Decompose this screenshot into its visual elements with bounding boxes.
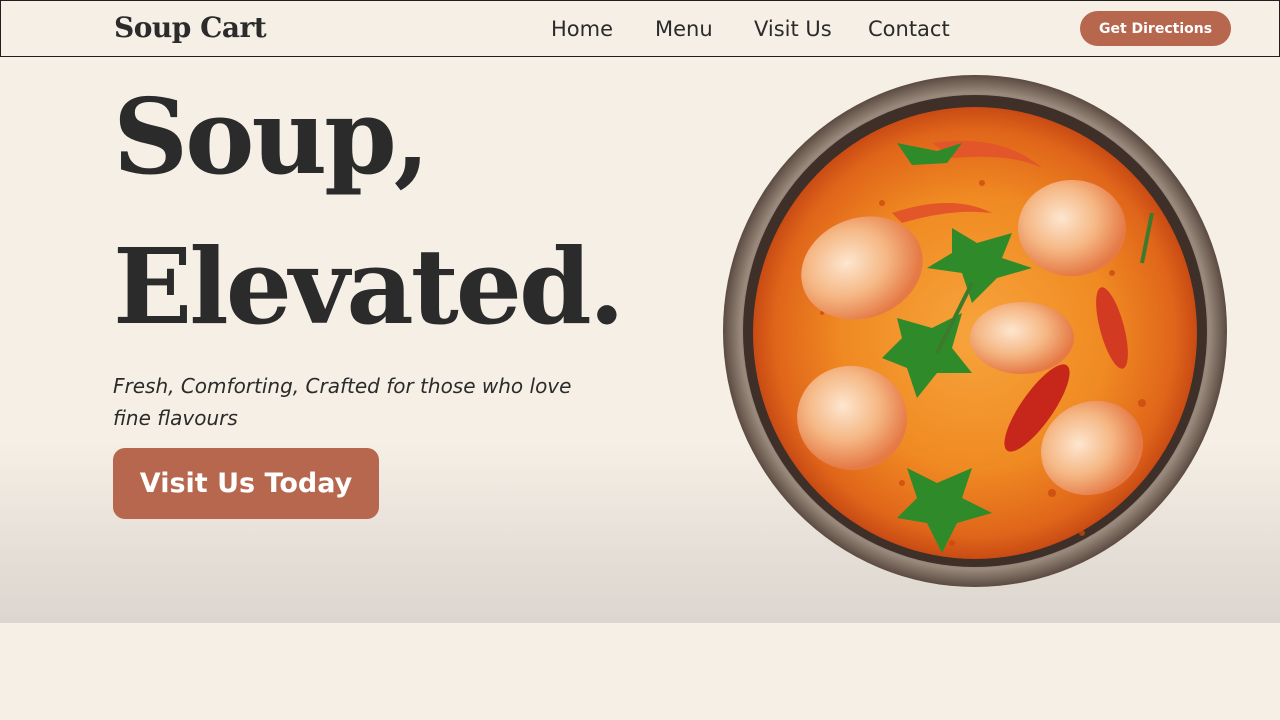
nav-link-contact[interactable]: Contact	[868, 17, 950, 41]
top-navbar: Soup Cart Home Menu Visit Us Contact Get…	[0, 0, 1280, 57]
get-directions-button[interactable]: Get Directions	[1080, 11, 1231, 46]
nav-link-visit-us[interactable]: Visit Us	[754, 17, 832, 41]
visit-us-today-button[interactable]: Visit Us Today	[113, 448, 379, 519]
hero-tagline: Fresh, Comforting, Crafted for those who…	[113, 374, 572, 430]
hero-headline-line2: Elevated.	[113, 225, 625, 348]
hero-section: Soup, Elevated. Fresh, Comforting, Craft…	[0, 57, 1280, 623]
soup-bowl-image	[723, 75, 1227, 587]
page-below-hero	[0, 623, 1280, 720]
logo[interactable]: Soup Cart	[114, 11, 267, 44]
hero-headline-line1: Soup,	[113, 75, 430, 198]
nav-link-menu[interactable]: Menu	[655, 17, 713, 41]
nav-link-home[interactable]: Home	[551, 17, 613, 41]
